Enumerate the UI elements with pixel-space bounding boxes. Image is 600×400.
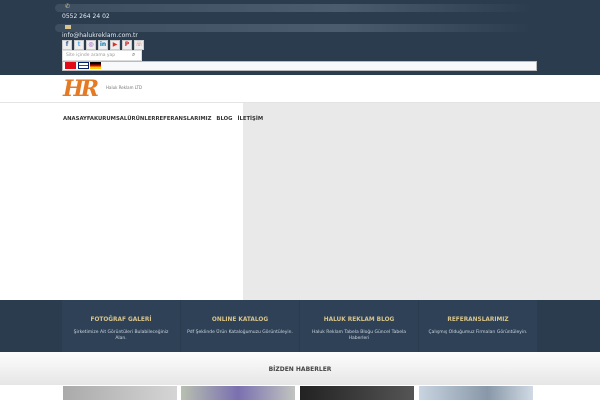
search-input[interactable]: Site içinde arama yap [62,50,142,61]
flag-tr-icon[interactable] [65,62,76,69]
feature-desc: Haluk Reklam Tabela Bloğu Güncel Tabela … [312,330,406,341]
nav-anasayfa[interactable]: ANASAYFA [63,116,94,122]
news-thumbnail[interactable] [419,386,533,400]
feature-desc: Şirketimize Ait Görüntüleri Bulabileceği… [73,330,169,341]
linkedin-icon[interactable]: in [98,40,108,50]
nav-iletisim[interactable]: İLETİŞİM [237,116,263,122]
feature-desc: Pdf Şeklinde Ürün Kataloğumuzu Görüntüle… [187,330,293,335]
feature-references[interactable]: REFERANSLARIMIZ Çalışmış Olduğumuz Firmal… [419,300,537,352]
email-link[interactable]: info@halukreklam.com.tr [62,32,138,39]
feature-title: HALUK REKLAM BLOG [323,317,395,323]
news-thumbnail[interactable] [300,386,414,400]
divider [55,4,533,12]
top-strip [62,61,537,71]
whatsapp-icon[interactable]: ☏ [134,40,144,50]
flag-de-icon[interactable] [90,62,101,69]
flag-en-icon[interactable] [78,62,89,69]
logo[interactable]: HR [63,76,99,102]
content-area [243,103,600,300]
feature-blog[interactable]: HALUK REKLAM BLOG Haluk Reklam Tabela Blo… [300,300,418,352]
instagram-icon[interactable]: ◎ [86,40,96,50]
mail-icon [65,25,71,29]
logo-subtitle: Haluk Reklam LTD [106,85,143,90]
feature-title: ONLINE KATALOG [211,317,269,323]
nav-referanslarimiz[interactable]: REFERANSLARIMIZ [155,116,211,122]
feature-gallery[interactable]: FOTOĞRAF GALERİ Şirketimize Ait Görüntüle… [62,300,180,352]
divider [55,24,533,32]
feature-title: REFERANSLARIMIZ [447,317,509,323]
news-thumbnail[interactable] [63,386,177,400]
phone-icon: ✆ [65,3,71,10]
search-icon[interactable]: ⌕ [132,51,135,59]
facebook-icon[interactable]: f [62,40,72,50]
feature-desc: Çalışmış Olduğumuz Firmaları Görüntüleyi… [428,330,528,335]
feature-title: FOTOĞRAF GALERİ [90,317,152,323]
twitter-icon[interactable]: t [74,40,84,50]
phone-number[interactable]: 0552 264 24 02 [62,13,110,20]
pinterest-icon[interactable]: P [122,40,132,50]
main-nav: ANASAYFA KURUMSAL ÜRÜNLER REFERANSLARIMI… [63,116,263,122]
news-thumbnail[interactable] [181,386,295,400]
news-heading: BİZDEN HABERLER [0,352,600,385]
youtube-icon[interactable]: ▶ [110,40,120,50]
nav-kurumsal[interactable]: KURUMSAL [94,116,127,122]
nav-urunler[interactable]: ÜRÜNLER [127,116,155,122]
nav-blog[interactable]: BLOG [216,116,232,122]
feature-catalog[interactable]: ONLINE KATALOG Pdf Şeklinde Ürün Kataloğu… [181,300,299,352]
